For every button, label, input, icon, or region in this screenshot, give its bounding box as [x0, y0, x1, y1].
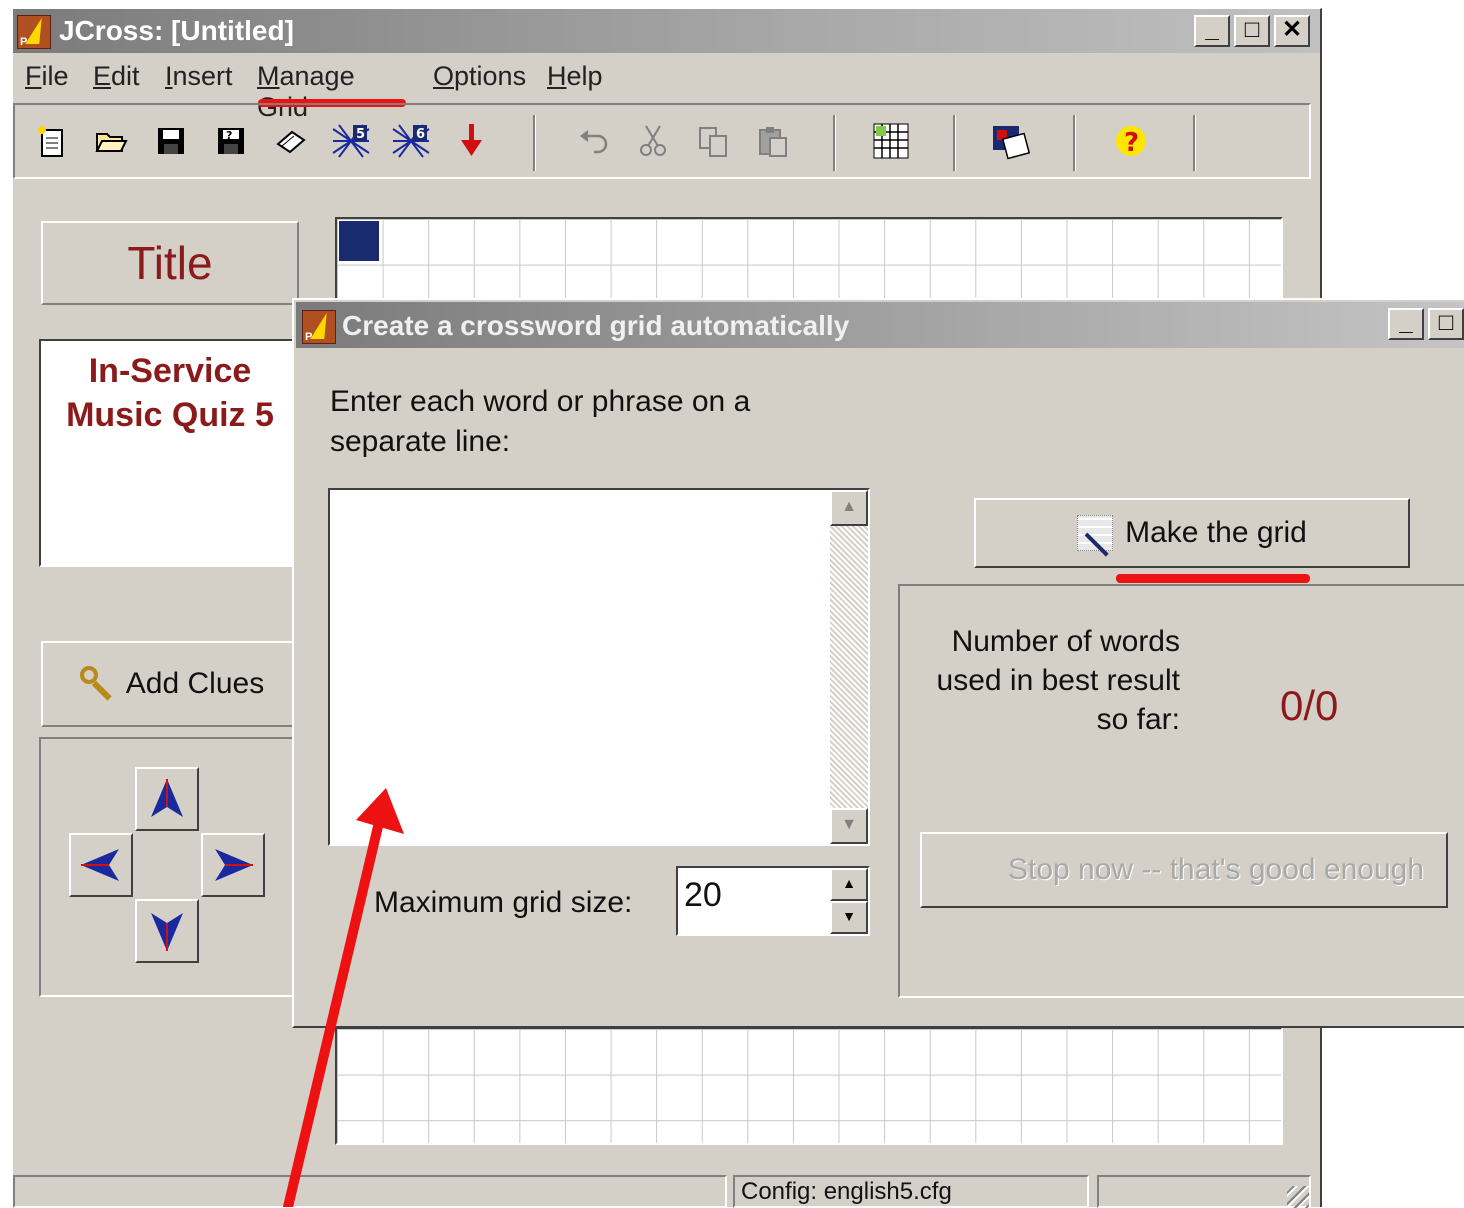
- status-segment: [1097, 1175, 1311, 1208]
- spin-down-button[interactable]: ▼: [830, 901, 868, 934]
- spin-up-button[interactable]: ▲: [830, 868, 868, 901]
- help-icon[interactable]: ?: [1109, 119, 1153, 163]
- cut-icon[interactable]: [631, 119, 675, 163]
- eraser-icon[interactable]: [269, 119, 313, 163]
- make-grid-icon[interactable]: [869, 119, 913, 163]
- create-grid-dialog: P Create a crossword grid automatically …: [292, 298, 1464, 1028]
- result-label: Number of words used in best result so f…: [936, 625, 1180, 736]
- scroll-up-button[interactable]: ▲: [830, 490, 868, 526]
- grid-navigation-pad: [39, 737, 301, 997]
- toolbar-separator: [953, 115, 956, 171]
- stop-button[interactable]: Stop now -- that's good enough: [920, 832, 1448, 908]
- menu-edit[interactable]: Edit: [93, 61, 140, 92]
- window-title: JCross: [Untitled]: [59, 15, 294, 46]
- title-bar: P JCross: [Untitled] _ □ ✕: [13, 9, 1320, 53]
- result-value: 0/0: [1280, 682, 1339, 729]
- close-button[interactable]: ✕: [1274, 15, 1310, 47]
- add-clues-label: Add Clues: [125, 667, 265, 700]
- dialog-maximize-button[interactable]: □: [1428, 308, 1464, 340]
- save-icon[interactable]: [149, 119, 193, 163]
- undo-icon[interactable]: [571, 119, 615, 163]
- magic-wand-icon: [1077, 515, 1114, 551]
- scroll-down-button[interactable]: ▼: [830, 808, 868, 844]
- toolbar-separator: [1073, 115, 1076, 171]
- dialog-minimize-button[interactable]: _: [1388, 308, 1424, 340]
- resize-grip[interactable]: [1287, 1186, 1309, 1208]
- words-textarea[interactable]: ▲ ▼: [328, 488, 870, 846]
- grid-6-icon[interactable]: 6: [389, 119, 433, 163]
- arrow-right-icon: [215, 849, 253, 881]
- maximize-button[interactable]: □: [1234, 15, 1270, 47]
- title-button[interactable]: Title: [41, 221, 299, 305]
- svg-text:5: 5: [356, 127, 365, 142]
- crossword-grid[interactable]: [335, 217, 1283, 307]
- key-icon: [79, 666, 116, 702]
- svg-text:6: 6: [416, 127, 425, 142]
- arrow-up-icon: [151, 779, 183, 817]
- toolbar-separator: [533, 115, 536, 171]
- status-config: Config: english5.cfg: [733, 1175, 1089, 1208]
- web-page-icon[interactable]: [989, 119, 1033, 163]
- move-right-button[interactable]: [201, 833, 265, 897]
- max-grid-size-input[interactable]: 20 ▲ ▼: [676, 866, 870, 936]
- add-clues-button[interactable]: Add Clues: [41, 641, 303, 727]
- menu-insert[interactable]: Insert: [165, 61, 233, 92]
- copy-icon[interactable]: [691, 119, 735, 163]
- crossword-grid-lower[interactable]: [335, 1027, 1283, 1145]
- export-icon[interactable]: [449, 119, 493, 163]
- toolbar: ? 5 6 ?: [13, 103, 1311, 179]
- menu-options[interactable]: Options: [433, 61, 526, 92]
- quiz-title-line-2: Music Quiz 5: [66, 396, 274, 434]
- max-grid-size-spinner[interactable]: ▲ ▼: [830, 868, 868, 934]
- save-as-icon[interactable]: ?: [209, 119, 253, 163]
- quiz-title-display[interactable]: In-Service Music Quiz 5: [39, 339, 301, 567]
- open-folder-icon[interactable]: [89, 119, 133, 163]
- make-grid-label: Make the grid: [1125, 516, 1307, 549]
- max-grid-size-label: Maximum grid size:: [374, 886, 633, 919]
- minimize-button[interactable]: _: [1194, 15, 1230, 47]
- grid-cells[interactable]: [337, 219, 1281, 305]
- move-down-button[interactable]: [135, 899, 199, 963]
- arrow-left-icon: [81, 849, 119, 881]
- app-icon: P: [17, 15, 51, 49]
- quiz-title-line-1: In-Service: [88, 352, 252, 390]
- move-up-button[interactable]: [135, 767, 199, 831]
- menu-help[interactable]: Help: [547, 61, 603, 92]
- max-grid-size-value: 20: [684, 876, 722, 914]
- status-bar: Config: english5.cfg: [13, 1173, 1311, 1208]
- dialog-title-bar: P Create a crossword grid automatically …: [296, 302, 1464, 348]
- menu-file[interactable]: File: [25, 61, 69, 92]
- result-panel: Number of words used in best result so f…: [898, 584, 1464, 998]
- selected-cell[interactable]: [339, 221, 379, 261]
- svg-text:?: ?: [1124, 128, 1139, 158]
- grid-cells[interactable]: [337, 1029, 1281, 1143]
- paste-icon[interactable]: [751, 119, 795, 163]
- svg-text:?: ?: [226, 129, 232, 142]
- arrow-down-icon: [151, 913, 183, 951]
- app-icon: P: [302, 310, 336, 344]
- vertical-scrollbar[interactable]: ▲ ▼: [830, 490, 868, 844]
- make-grid-button[interactable]: Make the grid: [974, 498, 1410, 568]
- new-file-icon[interactable]: [29, 119, 73, 163]
- words-prompt: Enter each word or phrase on a separate …: [330, 385, 751, 458]
- dialog-title: Create a crossword grid automatically: [342, 310, 850, 341]
- toolbar-separator: [1193, 115, 1196, 171]
- grid-5-icon[interactable]: 5: [329, 119, 373, 163]
- make-grid-highlight: [1116, 574, 1310, 583]
- status-segment: [13, 1175, 727, 1208]
- toolbar-separator: [833, 115, 836, 171]
- move-left-button[interactable]: [69, 833, 133, 897]
